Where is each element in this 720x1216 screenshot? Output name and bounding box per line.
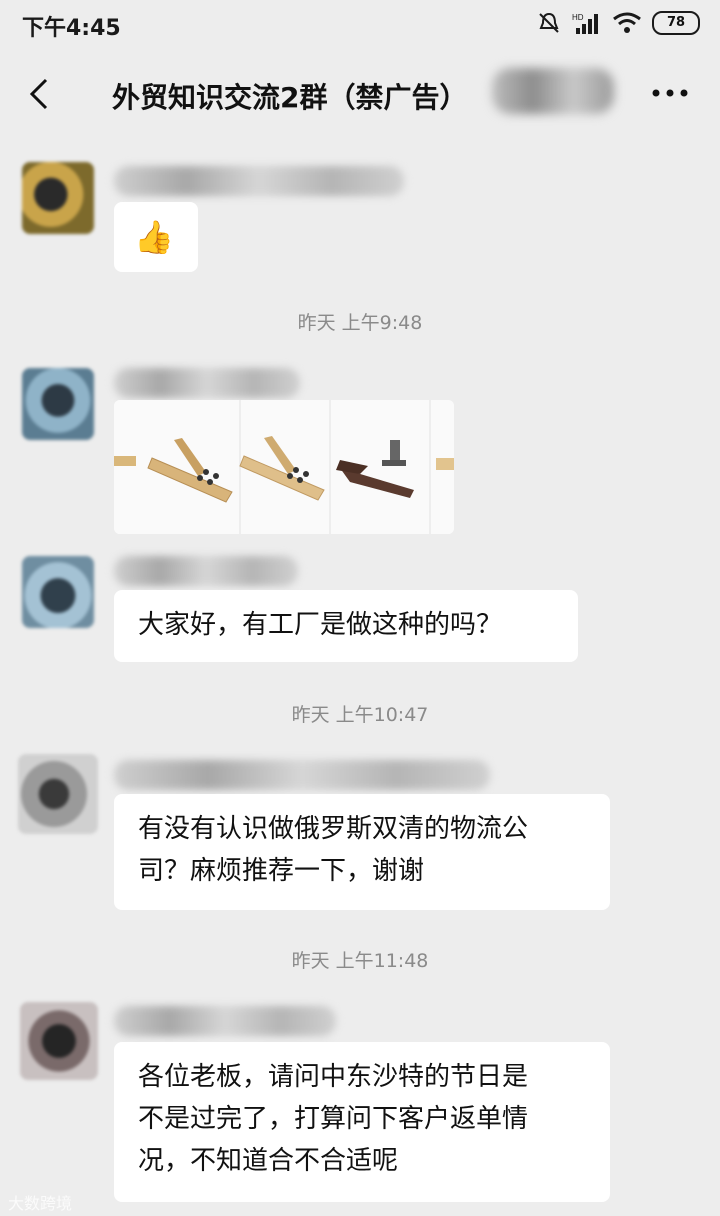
- timestamp: 昨天 上午11:48: [291, 950, 429, 972]
- status-time: 下午4:45: [22, 16, 121, 41]
- timestamp: 昨天 上午9:48: [297, 312, 423, 334]
- chat-header: 外贸知识交流2群（禁广告）: [0, 48, 720, 140]
- message-text-line: 况，不知道合不合适呢: [138, 1146, 399, 1176]
- message-bubble[interactable]: 大家好，有工厂是做这种的吗？: [114, 590, 578, 662]
- product-images: [114, 400, 454, 534]
- message-bubble[interactable]: 各位老板，请问中东沙特的节日是 不是过完了，打算问下客户返单情 况，不知道合不合…: [114, 1042, 610, 1202]
- blurred-nickname: [114, 760, 490, 790]
- message-text-line: 各位老板，请问中东沙特的节日是: [138, 1062, 529, 1092]
- blurred-nickname: [114, 368, 300, 398]
- avatar[interactable]: [22, 556, 94, 628]
- wifi-icon: [613, 12, 641, 33]
- battery-indicator: 78: [652, 11, 700, 35]
- blurred-nickname: [114, 556, 298, 586]
- signal-icon: HD: [572, 13, 598, 34]
- message-bubble[interactable]: 👍: [114, 202, 198, 272]
- message-text-line: 不是过完了，打算问下客户返单情: [138, 1104, 529, 1134]
- message-text: 大家好，有工厂是做这种的吗？: [138, 610, 503, 640]
- svg-text:HD: HD: [572, 13, 584, 22]
- message-text-line: 有没有认识做俄罗斯双清的物流公: [138, 814, 529, 844]
- avatar[interactable]: [18, 754, 98, 834]
- avatar[interactable]: [22, 368, 94, 440]
- message-text-line: 司？麻烦推荐一下，谢谢: [138, 856, 425, 886]
- back-arrow-icon[interactable]: [22, 74, 62, 114]
- avatar[interactable]: [22, 162, 94, 234]
- chat-title: 外贸知识交流2群（禁广告）: [112, 81, 468, 114]
- watermark: 大数跨境: [8, 1190, 72, 1214]
- watermark-text: 大数跨境: [8, 1194, 73, 1213]
- status-bar: 下午4:45 HD 78: [0, 0, 720, 48]
- more-options-icon[interactable]: [650, 78, 690, 108]
- thumbs-up-emoji: 👍: [134, 218, 174, 256]
- mute-icon: [539, 12, 559, 33]
- timestamp: 昨天 上午10:47: [291, 704, 429, 726]
- blurred-nickname: [114, 1006, 336, 1036]
- product-image-message[interactable]: [114, 400, 454, 534]
- blurred-nickname: [114, 166, 404, 196]
- avatar[interactable]: [20, 1002, 98, 1080]
- blurred-member-count: [492, 68, 614, 114]
- message-bubble[interactable]: 有没有认识做俄罗斯双清的物流公 司？麻烦推荐一下，谢谢: [114, 794, 610, 910]
- status-icons: HD 78: [536, 10, 700, 36]
